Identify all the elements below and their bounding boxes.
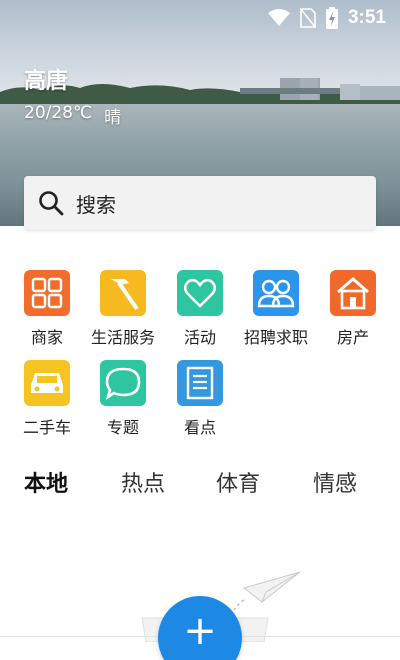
category-label: 生活服务 — [90, 328, 155, 347]
temperature: 20/28℃ — [24, 103, 93, 123]
category-jobs[interactable]: 招聘求职 — [240, 270, 312, 348]
plus-icon: + — [183, 608, 217, 654]
tab-local[interactable]: 本地 — [24, 466, 68, 498]
search-label: 搜索 — [76, 192, 116, 217]
people-icon — [253, 270, 299, 316]
category-merchant[interactable]: 商家 — [11, 270, 83, 348]
battery-charging-icon — [325, 7, 338, 29]
category-topics[interactable]: 专题 — [87, 360, 159, 438]
category-events[interactable]: 活动 — [164, 270, 236, 348]
category-label: 招聘求职 — [243, 328, 308, 347]
category-label: 活动 — [183, 328, 216, 347]
category-label: 专题 — [106, 418, 139, 437]
hammer-icon — [100, 270, 146, 316]
tab-sports[interactable]: 体育 — [216, 466, 260, 498]
category-label: 房产 — [336, 328, 369, 347]
category-highlights[interactable]: 看点 — [164, 360, 236, 438]
weather-condition: 晴 — [104, 108, 122, 128]
heart-icon — [177, 270, 223, 316]
no-sim-icon — [299, 8, 316, 28]
city-name[interactable]: 高唐 — [24, 63, 68, 95]
weather-info: 20/28℃ 晴 — [24, 103, 121, 128]
status-time: 3:51 — [347, 7, 386, 28]
category-used-cars[interactable]: 二手车 — [11, 360, 83, 438]
category-life-services[interactable]: 生活服务 — [87, 270, 159, 348]
wifi-icon — [267, 9, 290, 26]
search-bar[interactable]: 搜索 — [24, 176, 376, 230]
status-bar: 3:51 — [0, 0, 400, 36]
car-icon — [24, 360, 70, 406]
grid-icon — [24, 270, 70, 316]
search-icon — [39, 191, 64, 216]
news-tabs: 本地 热点 体育 情感 — [0, 466, 400, 502]
category-label: 看点 — [183, 418, 216, 437]
document-icon — [177, 360, 223, 406]
house-icon — [330, 270, 376, 316]
chat-bubble-icon — [100, 360, 146, 406]
category-label: 二手车 — [22, 418, 71, 437]
category-label: 商家 — [30, 328, 63, 347]
tab-emotion[interactable]: 情感 — [313, 466, 357, 498]
category-real-estate[interactable]: 房产 — [317, 270, 389, 348]
tab-hot[interactable]: 热点 — [121, 466, 165, 498]
